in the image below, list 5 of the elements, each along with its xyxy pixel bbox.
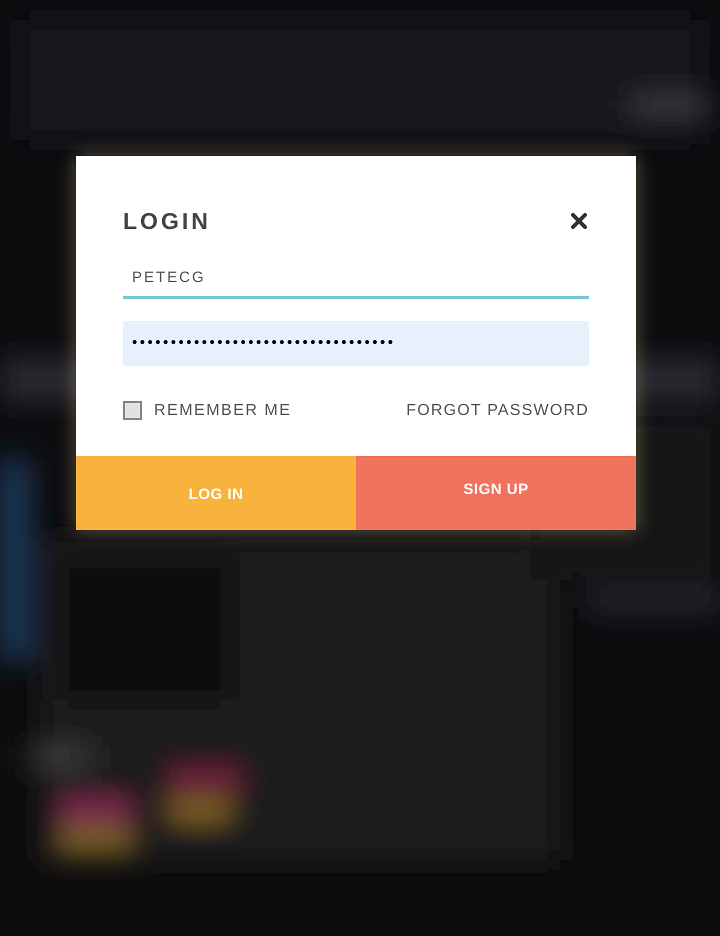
remember-checkbox[interactable] xyxy=(123,401,142,420)
forgot-password-link[interactable]: FORGOT PASSWORD xyxy=(406,398,589,422)
password-field[interactable]: •••••••••••••••••••••••••••••••••• xyxy=(123,320,589,366)
remember-me-label: REMEMBER ME xyxy=(154,400,292,420)
dialog-title: LOGIN xyxy=(123,207,211,236)
